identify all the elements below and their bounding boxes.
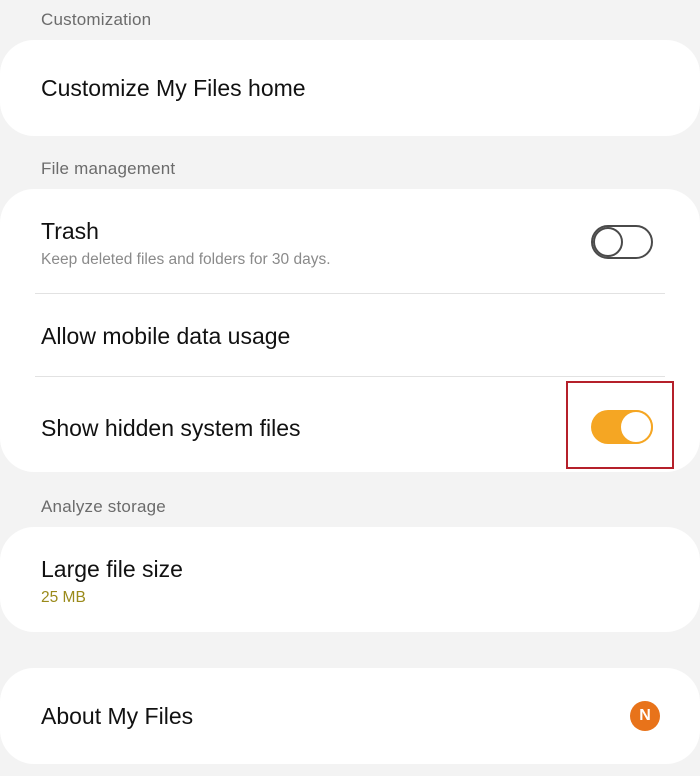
toggle-knob <box>593 227 623 257</box>
trash-toggle[interactable] <box>591 225 653 259</box>
customize-card: Customize My Files home <box>0 40 700 136</box>
show-hidden-system-files-label: Show hidden system files <box>41 415 301 441</box>
trash-item[interactable]: Trash Keep deleted files and folders for… <box>0 189 700 294</box>
large-file-size-item[interactable]: Large file size 25 MB <box>0 527 700 632</box>
about-card: About My Files <box>0 668 700 764</box>
large-file-size-value: 25 MB <box>41 589 86 606</box>
large-file-size-label: Large file size <box>41 556 183 582</box>
section-header-customization: Customization <box>41 10 152 29</box>
about-my-files-item[interactable]: About My Files <box>0 668 700 764</box>
allow-mobile-data-usage-label: Allow mobile data usage <box>41 323 291 349</box>
customize-my-files-home-item[interactable]: Customize My Files home <box>0 40 700 136</box>
about-my-files-label: About My Files <box>41 703 194 729</box>
allow-mobile-data-usage-item[interactable]: Allow mobile data usage <box>0 294 700 377</box>
section-header-file-management: File management <box>41 159 176 178</box>
section-header-analyze-storage: Analyze storage <box>41 497 166 516</box>
highlight-annotation-box <box>566 381 674 469</box>
trash-label: Trash <box>41 218 99 244</box>
customize-my-files-home-label: Customize My Files home <box>41 75 306 101</box>
trash-description: Keep deleted files and folders for 30 da… <box>41 251 331 268</box>
analyze-storage-card: Large file size 25 MB <box>0 527 700 632</box>
new-badge: N <box>630 701 660 731</box>
